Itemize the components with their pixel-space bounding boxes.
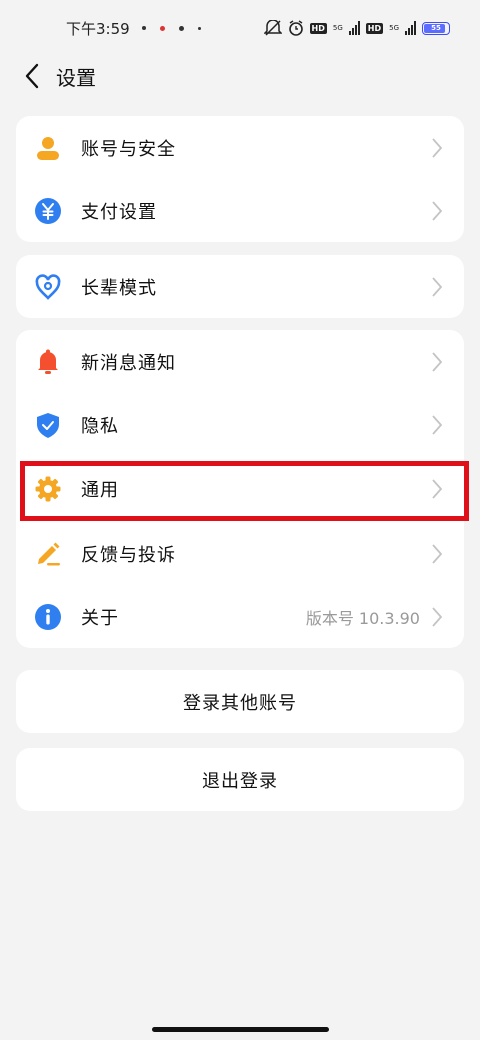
settings-item-notifications[interactable]: 新消息通知: [16, 330, 464, 393]
settings-group-account: 账号与安全 支付设置: [16, 116, 464, 242]
chevron-right-icon: [430, 200, 444, 222]
notification-dot-icon: [178, 25, 184, 31]
settings-item-feedback[interactable]: 反馈与投诉: [16, 522, 464, 585]
settings-item-label: 新消息通知: [81, 352, 176, 374]
logout-button[interactable]: 退出登录: [16, 748, 464, 811]
chevron-right-icon: [430, 478, 444, 500]
notification-dot-icon: [159, 25, 165, 31]
version-number: 版本号 10.3.90: [305, 608, 420, 628]
settings-item-privacy[interactable]: 隐私: [16, 393, 464, 456]
settings-item-account-security[interactable]: 账号与安全: [16, 116, 464, 179]
settings-group-general: 新消息通知 隐私 通用 反馈与投诉 关于 版本号 10.3.90: [16, 330, 464, 648]
settings-item-elder-mode[interactable]: 长辈模式: [16, 255, 464, 318]
heart-location-icon: [34, 273, 62, 301]
home-indicator[interactable]: [152, 1027, 329, 1032]
yuan-icon: [34, 197, 62, 225]
status-icons: HD 5G HD 5G 55: [263, 20, 450, 36]
status-bar: 下午3:59 HD 5G HD 5G 55: [0, 0, 480, 56]
alarm-icon: [288, 20, 303, 36]
settings-item-label: 支付设置: [81, 201, 157, 223]
page-title: 设置: [56, 65, 96, 90]
network-type: 5G: [389, 24, 399, 32]
chevron-right-icon: [430, 351, 444, 373]
back-button[interactable]: [14, 56, 50, 96]
logout-card: 退出登录: [16, 748, 464, 811]
pencil-icon: [34, 540, 62, 568]
bell-icon: [34, 348, 62, 376]
chevron-right-icon: [430, 276, 444, 298]
notification-dot-icon: [141, 26, 146, 30]
switch-account-card: 登录其他账号: [16, 670, 464, 733]
shield-icon: [34, 411, 62, 439]
info-icon: [34, 603, 62, 631]
settings-item-label: 通用: [81, 480, 119, 501]
settings-item-label: 长辈模式: [81, 277, 157, 299]
chevron-right-icon: [430, 543, 444, 565]
network-type: 5G: [332, 24, 343, 32]
back-arrow-icon: [25, 63, 39, 89]
switch-account-button[interactable]: 登录其他账号: [16, 670, 464, 733]
mute-icon: [263, 20, 282, 36]
person-icon: [34, 134, 62, 162]
battery-icon: 55: [422, 21, 450, 35]
chevron-right-icon: [430, 606, 444, 628]
settings-item-label: 反馈与投诉: [81, 544, 176, 566]
hd-badge: HD: [365, 22, 384, 34]
settings-item-general[interactable]: 通用: [16, 456, 464, 522]
notification-dot-icon: [197, 26, 201, 30]
status-time: 下午3:59: [66, 19, 130, 38]
settings-item-label: 账号与安全: [81, 138, 176, 160]
settings-item-payment[interactable]: 支付设置: [16, 179, 464, 242]
battery-level: 55: [431, 24, 441, 32]
notification-dots: [141, 25, 201, 31]
settings-item-label: 隐私: [81, 415, 119, 437]
chevron-right-icon: [430, 137, 444, 159]
hd-badge: HD: [309, 22, 327, 34]
settings-item-label: 关于: [81, 607, 119, 629]
settings-item-about[interactable]: 关于 版本号 10.3.90: [16, 585, 464, 648]
header: 设置: [0, 56, 480, 96]
signal-icon: [405, 21, 416, 35]
chevron-right-icon: [430, 414, 444, 436]
signal-icon: [348, 21, 360, 35]
gear-icon: [34, 475, 62, 503]
settings-group-elder: 长辈模式: [16, 255, 464, 318]
